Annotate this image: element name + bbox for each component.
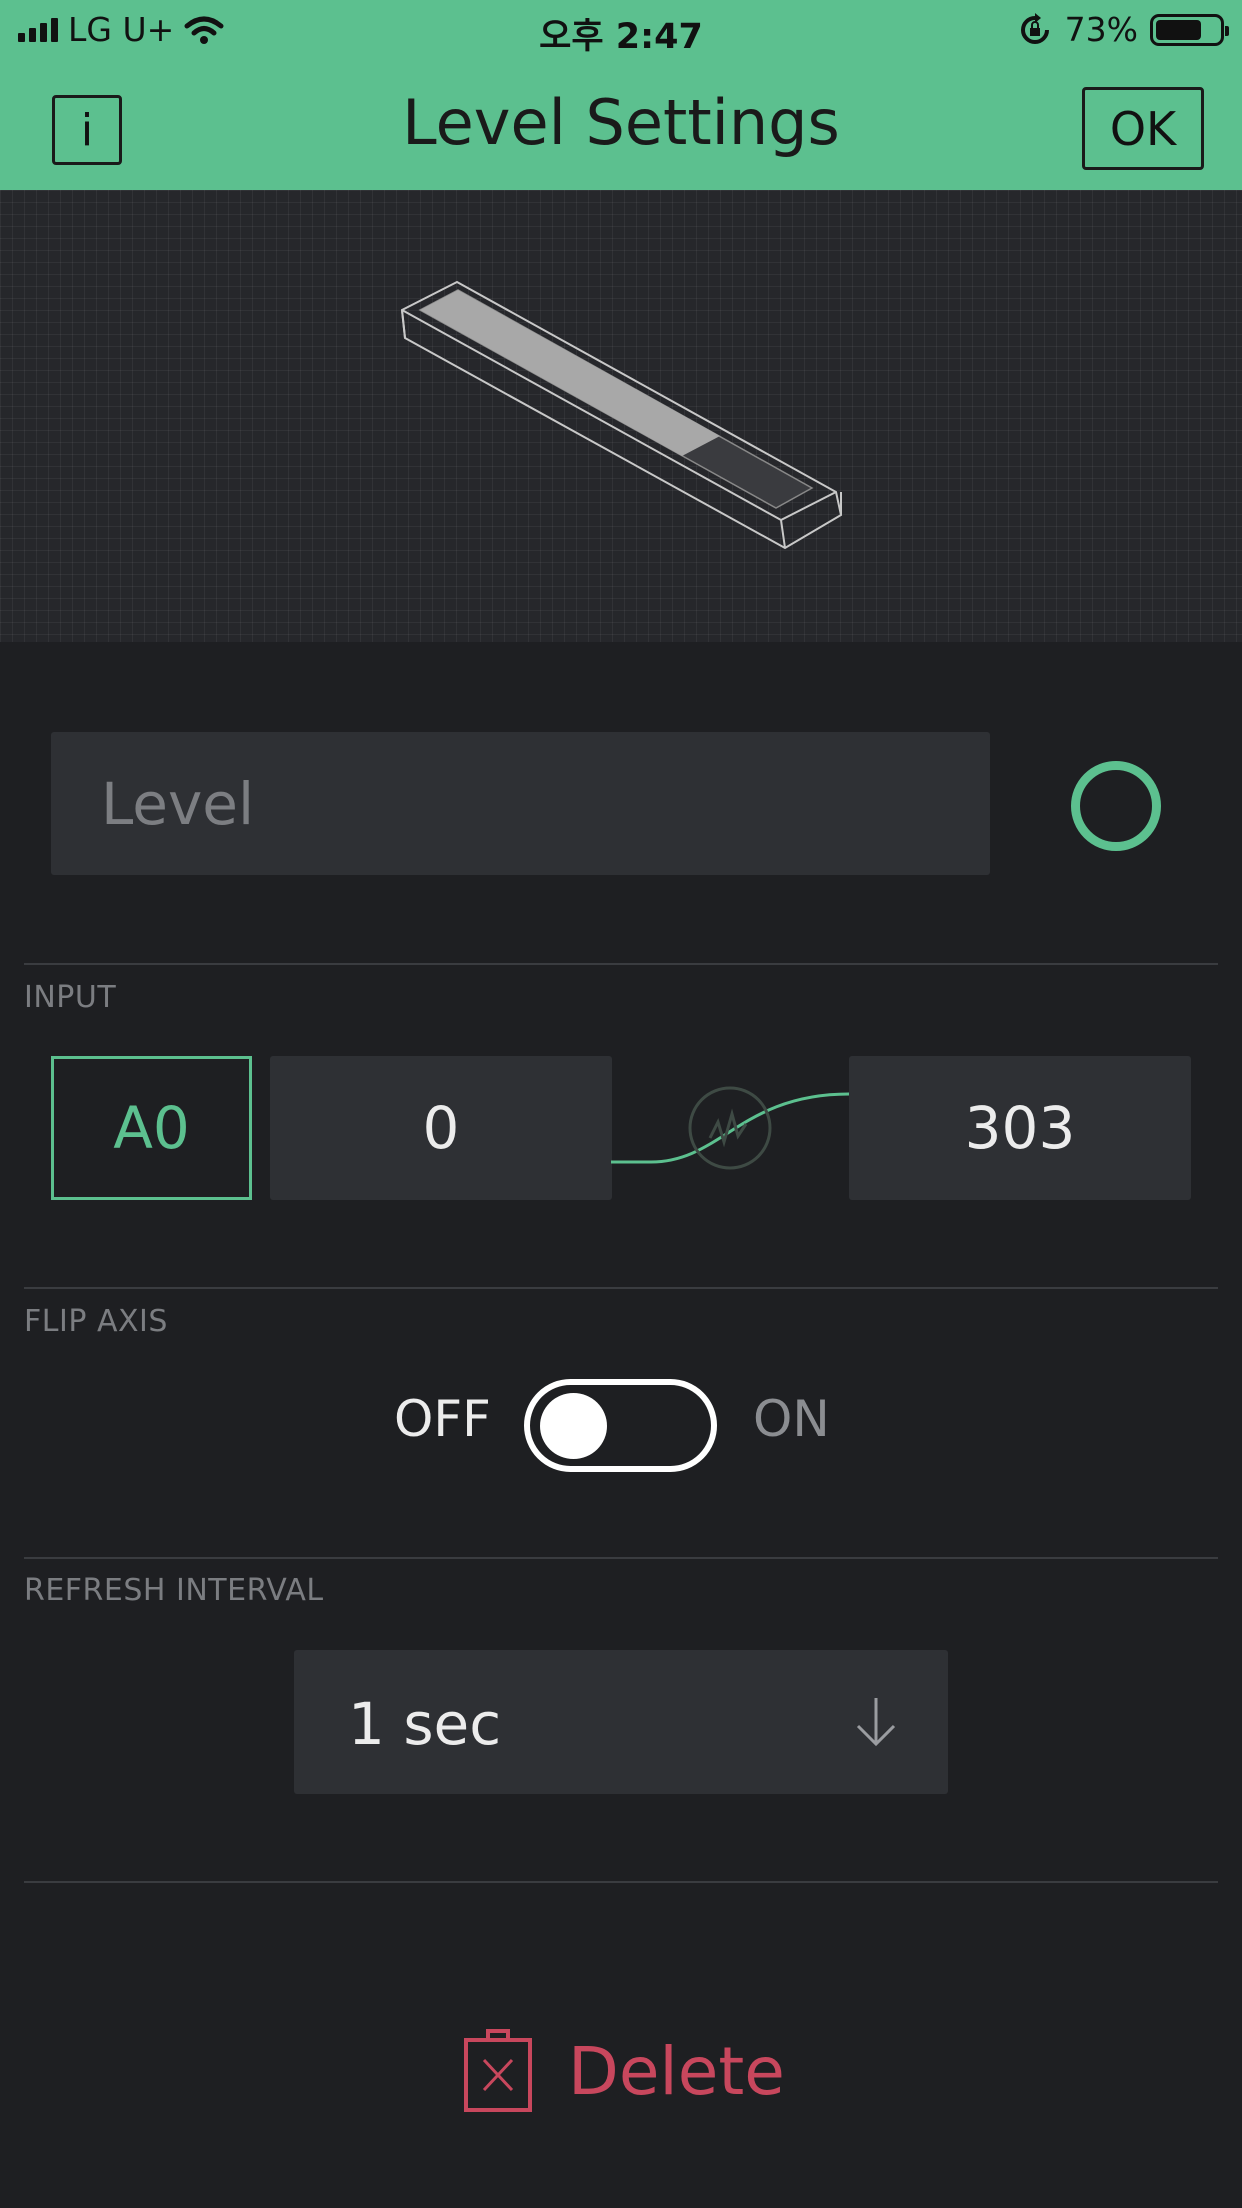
ok-button[interactable]: OK	[1082, 87, 1204, 170]
rotation-lock-icon	[1020, 12, 1049, 44]
pin-select-button[interactable]: A0	[51, 1056, 252, 1200]
battery-fill	[1156, 19, 1202, 40]
divider	[24, 1287, 1218, 1289]
toggle-knob	[540, 1393, 607, 1459]
trash-icon	[464, 2029, 532, 2112]
flip-axis-toggle[interactable]	[524, 1379, 717, 1472]
flip-axis-section-label: FLIP AXIS	[24, 1304, 168, 1339]
level-widget-illustration	[400, 280, 843, 550]
battery-percent: 73%	[1064, 10, 1138, 49]
divider	[24, 1881, 1218, 1883]
widget-preview	[0, 190, 1242, 642]
status-right: 73%	[1017, 10, 1229, 49]
page-title: Level Settings	[402, 86, 840, 159]
battery-icon	[1150, 13, 1229, 46]
refresh-interval-section-label: REFRESH INTERVAL	[24, 1573, 324, 1608]
toggle-on-label: ON	[753, 1390, 830, 1448]
delete-label: Delete	[568, 2032, 785, 2110]
input-max-field[interactable]: 303	[849, 1056, 1191, 1200]
arrow-down-icon	[856, 1698, 896, 1747]
status-bar: LG U+ 오후 2:47 73%	[0, 0, 1242, 60]
widget-name-input[interactable]: Level	[51, 732, 990, 875]
header-bar: LG U+ 오후 2:47 73% i Level Settings OK	[0, 0, 1242, 190]
divider	[24, 963, 1218, 965]
divider	[24, 1557, 1218, 1559]
mapping-curve-icon	[611, 1086, 849, 1170]
input-min-field[interactable]: 0	[270, 1056, 612, 1200]
refresh-interval-select[interactable]: 1 sec	[294, 1650, 948, 1794]
input-section-label: INPUT	[24, 980, 117, 1015]
refresh-interval-value: 1 sec	[348, 1690, 502, 1758]
delete-button[interactable]: Delete	[462, 2028, 785, 2114]
color-picker-button[interactable]	[1071, 761, 1161, 851]
toggle-off-label: OFF	[394, 1390, 491, 1448]
